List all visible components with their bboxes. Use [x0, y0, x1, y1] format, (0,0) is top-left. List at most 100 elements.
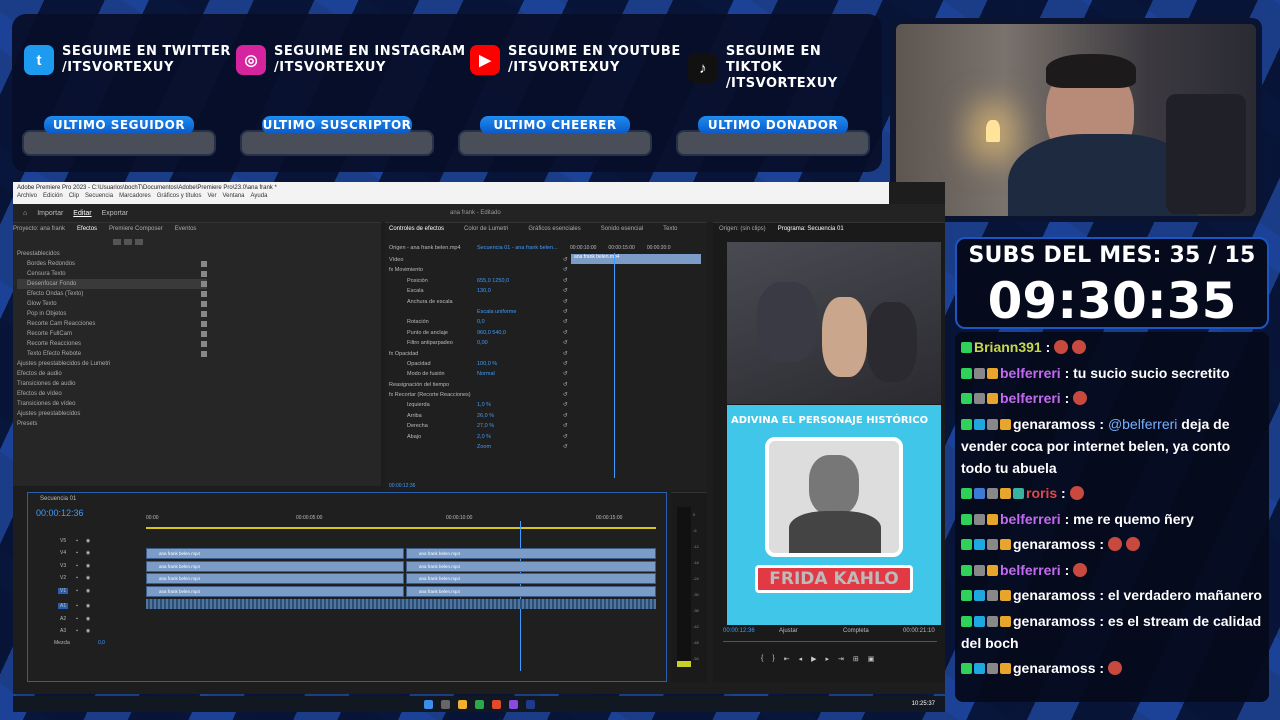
- effect-property-row[interactable]: fx Recortar (Recorte Reacciones) ↺: [389, 392, 569, 402]
- property-value[interactable]: 26,0 %: [477, 413, 494, 419]
- property-value[interactable]: 27,0 %: [477, 423, 494, 429]
- mark-out-icon[interactable]: }: [772, 655, 774, 663]
- effect-item[interactable]: Pop in Objetos: [17, 309, 207, 319]
- social-link-2[interactable]: ▶ SEGUIME EN YOUTUBE/ITSVORTEXUY: [470, 44, 681, 76]
- effect-property-row[interactable]: Zoom ↺: [389, 444, 569, 454]
- panel-tab[interactable]: Color de Lumetri: [464, 226, 508, 232]
- mark-in-icon[interactable]: {: [761, 655, 763, 663]
- reset-icon[interactable]: ↺: [563, 319, 568, 325]
- effect-item[interactable]: Efectos de audio: [17, 369, 207, 379]
- go-to-in-icon[interactable]: ⇤: [784, 655, 790, 663]
- lock-icon[interactable]: ▪: [76, 563, 78, 569]
- effect-property-row[interactable]: fx Movimiento ↺: [389, 267, 569, 277]
- eye-icon[interactable]: ◉: [86, 575, 90, 581]
- menu-item[interactable]: Gráficos y títulos: [157, 193, 202, 199]
- workspace-tab[interactable]: Editar: [73, 210, 91, 217]
- effect-item[interactable]: Transiciones de audio: [17, 379, 207, 389]
- reset-icon[interactable]: ↺: [563, 444, 568, 450]
- reset-icon[interactable]: ↺: [563, 288, 568, 294]
- effect-property-row[interactable]: Anchura de escala ↺: [389, 299, 569, 309]
- lock-icon[interactable]: ▪: [76, 603, 78, 609]
- chat-username[interactable]: belferreri: [1000, 511, 1061, 527]
- tab-program[interactable]: Programa: Secuencia 01: [778, 226, 844, 232]
- reset-icon[interactable]: ↺: [563, 361, 568, 367]
- lock-icon[interactable]: ▪: [76, 575, 78, 581]
- lock-icon[interactable]: ▪: [76, 616, 78, 622]
- property-value[interactable]: 960,0 540,0: [477, 330, 506, 336]
- reset-icon[interactable]: ↺: [563, 299, 568, 305]
- chat-username[interactable]: genaramoss: [1013, 587, 1095, 603]
- eye-icon[interactable]: ◉: [86, 550, 90, 556]
- home-icon[interactable]: ⌂: [23, 210, 27, 217]
- chat-username[interactable]: belferreri: [1000, 365, 1061, 381]
- effect-property-row[interactable]: Vídeo ↺: [389, 257, 569, 267]
- step-back-icon[interactable]: ◂: [799, 655, 803, 663]
- go-to-out-icon[interactable]: ⇥: [838, 655, 844, 663]
- reset-icon[interactable]: ↺: [563, 413, 568, 419]
- property-value[interactable]: Zoom: [477, 444, 491, 450]
- reset-icon[interactable]: ↺: [563, 278, 568, 284]
- property-value[interactable]: 130,0: [477, 288, 491, 294]
- effect-property-row[interactable]: fx Opacidad ↺: [389, 351, 569, 361]
- reset-icon[interactable]: ↺: [563, 423, 568, 429]
- property-value[interactable]: 1,0 %: [477, 402, 491, 408]
- menu-item[interactable]: Edición: [43, 193, 63, 199]
- workspace-tab[interactable]: Importar: [37, 210, 63, 217]
- panel-tab[interactable]: Efectos: [77, 226, 97, 232]
- export-frame-icon[interactable]: ▣: [868, 655, 875, 663]
- lock-icon[interactable]: ▪: [76, 588, 78, 594]
- effect-property-row[interactable]: Modo de fusión Normal ↺: [389, 371, 569, 381]
- panel-tab[interactable]: Premiere Composer: [109, 226, 163, 232]
- chat-username[interactable]: genaramoss: [1013, 613, 1095, 629]
- menu-item[interactable]: Marcadores: [119, 193, 151, 199]
- effect-property-row[interactable]: Reasignación del tiempo ↺: [389, 382, 569, 392]
- step-forward-icon[interactable]: ▸: [825, 655, 829, 663]
- folder-icon[interactable]: [124, 239, 132, 245]
- reset-icon[interactable]: ↺: [563, 257, 568, 263]
- reset-icon[interactable]: ↺: [563, 267, 568, 273]
- chat-username[interactable]: Briann391: [974, 339, 1042, 355]
- reset-icon[interactable]: ↺: [563, 340, 568, 346]
- track-header[interactable]: V2 ▪ ◉: [58, 573, 142, 584]
- reset-icon[interactable]: ↺: [563, 434, 568, 440]
- program-scrubber[interactable]: [723, 641, 937, 642]
- windows-start-icon[interactable]: [423, 699, 433, 709]
- panel-tab[interactable]: Gráficos esenciales: [528, 226, 580, 232]
- effect-item[interactable]: Ajustes preestablecidos de Lumetri: [17, 359, 207, 369]
- property-value[interactable]: 0,0: [477, 319, 485, 325]
- video-clip[interactable]: ana frank belen.mp4: [146, 585, 404, 597]
- track-header[interactable]: A2 ▪ ◉: [58, 613, 142, 624]
- reset-icon[interactable]: ↺: [563, 371, 568, 377]
- effect-property-row[interactable]: Punto de anclaje 960,0 540,0 ↺: [389, 330, 569, 340]
- effect-property-row[interactable]: Derecha 27,0 % ↺: [389, 423, 569, 433]
- property-value[interactable]: 0,00: [477, 340, 488, 346]
- twitch-icon[interactable]: [508, 699, 518, 709]
- effect-item[interactable]: Desenfocar Fondo: [17, 279, 207, 289]
- property-value[interactable]: 655,0 1250,0: [477, 278, 509, 284]
- effect-property-row[interactable]: Arriba 26,0 % ↺: [389, 413, 569, 423]
- folder-icon[interactable]: [113, 239, 121, 245]
- effect-item[interactable]: Efecto Ondas (Texto): [17, 289, 207, 299]
- tab-sequence[interactable]: Secuencia 01: [40, 496, 76, 502]
- play-icon[interactable]: ▶: [811, 655, 816, 663]
- social-link-3[interactable]: ♪ SEGUIME EN TIKTOK/ITSVORTEXUY: [688, 44, 882, 92]
- chat-username[interactable]: belferreri: [1000, 562, 1061, 578]
- folder-icon[interactable]: [135, 239, 143, 245]
- panel-tab[interactable]: Sonido esencial: [601, 226, 643, 232]
- effect-property-row[interactable]: Izquierda 1,0 % ↺: [389, 402, 569, 412]
- quality-select[interactable]: Completa: [843, 628, 869, 634]
- eye-icon[interactable]: ◉: [86, 538, 90, 544]
- video-clip[interactable]: ana frank belen.mp4: [146, 560, 404, 572]
- video-clip[interactable]: ana frank belen.mp4: [406, 573, 656, 584]
- effect-item[interactable]: Recorte Reacciones: [17, 339, 207, 349]
- ec-sequence[interactable]: Secuencia 01 - ana frank belen...: [477, 245, 558, 251]
- effect-item[interactable]: Transiciones de vídeo: [17, 399, 207, 409]
- reset-icon[interactable]: ↺: [563, 392, 568, 398]
- mute-icon[interactable]: ◉: [86, 616, 90, 622]
- lock-icon[interactable]: ▪: [76, 538, 78, 544]
- effect-property-row[interactable]: Rotación 0,0 ↺: [389, 319, 569, 329]
- search-icon[interactable]: [440, 699, 450, 709]
- track-header[interactable]: V4 ▪ ◉: [58, 548, 142, 559]
- track-header[interactable]: A3 ▪ ◉: [58, 626, 142, 637]
- track-header[interactable]: V5 ▪ ◉: [58, 535, 142, 546]
